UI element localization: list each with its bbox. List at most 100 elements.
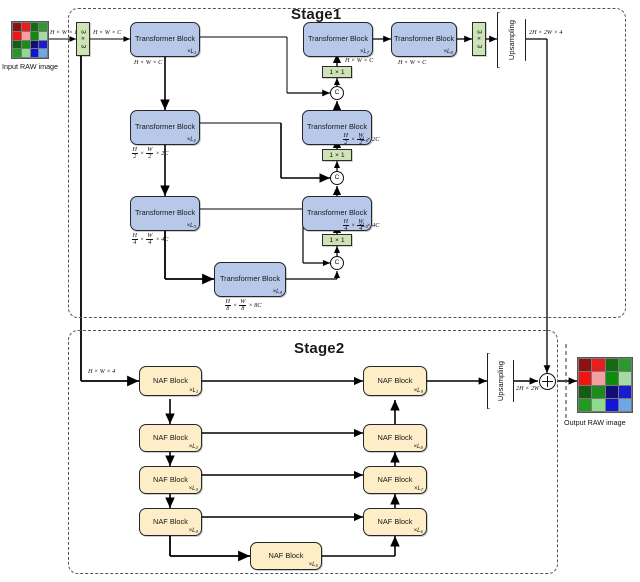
- dim-level1-dec: H × W × C: [345, 57, 374, 64]
- bayer-cell: [579, 359, 592, 372]
- naf-block-dec-4[interactable]: NAF Block ×L₆: [363, 508, 427, 536]
- naf-block-dec-3[interactable]: NAF Block ×L₇: [363, 466, 427, 494]
- bayer-cell: [21, 49, 30, 57]
- dim-level1-enc: H × W × C: [134, 59, 163, 66]
- block-label: NAF Block: [377, 474, 413, 484]
- output-conv-label: 3 × 3: [475, 29, 483, 49]
- bayer-cell: [13, 40, 21, 49]
- output-conv-3x3[interactable]: 3 × 3: [472, 22, 486, 56]
- block-label: Transformer Block: [307, 34, 369, 44]
- output-raw-caption: Output RAW image: [564, 418, 626, 427]
- upsampling-stage2[interactable]: Upsampling: [487, 353, 514, 409]
- skip-conv-1x1-level1[interactable]: 1 × 1: [322, 66, 352, 78]
- dim-level3-enc: H4 × W4 × 4C: [131, 232, 169, 246]
- bayer-cell: [39, 31, 47, 40]
- dim-after-conv: H × W × C: [93, 29, 122, 36]
- transformer-block-enc-3[interactable]: Transformer Block ×L₃: [130, 196, 200, 231]
- block-multiplier: ×L₈: [443, 48, 453, 55]
- block-label: NAF Block: [377, 375, 413, 385]
- block-multiplier: ×L₉: [413, 387, 423, 394]
- dim-upsampled-stage1: 2H × 2W × 4: [529, 29, 563, 36]
- dim-stage2-input: H × W × 4: [88, 368, 116, 375]
- dim-refine: H × W × C: [398, 59, 427, 66]
- block-multiplier: ×L₃: [188, 485, 198, 492]
- transformer-block-dec-1[interactable]: Transformer Block ×L₇: [303, 22, 373, 57]
- block-label: NAF Block: [377, 516, 413, 526]
- block-multiplier: ×L₂: [188, 443, 198, 450]
- bayer-cell: [579, 398, 592, 411]
- bayer-cell: [592, 398, 605, 411]
- skip-conv-1x1-level3[interactable]: 1 × 1: [322, 234, 352, 246]
- dim-level2-dec: H2 × W2 × 2C: [342, 132, 380, 146]
- transformer-block-enc-2[interactable]: Transformer Block ×L₂: [130, 110, 200, 145]
- block-multiplier: ×L₇: [413, 485, 423, 492]
- block-multiplier: ×L₂: [186, 136, 196, 143]
- stage2-title: Stage2: [294, 340, 345, 357]
- concat-label: C: [334, 173, 340, 181]
- bayer-cell: [605, 372, 618, 385]
- block-label: NAF Block: [153, 432, 188, 442]
- naf-block-enc-4[interactable]: NAF Block ×L₄: [139, 508, 202, 536]
- naf-block-bottleneck[interactable]: NAF Block ×L₅: [250, 542, 322, 570]
- bayer-cell: [579, 372, 592, 385]
- input-conv-3x3[interactable]: 3 × 3: [76, 22, 90, 56]
- bayer-cell: [21, 31, 30, 40]
- block-label: NAF Block: [153, 516, 188, 526]
- naf-block-enc-3[interactable]: NAF Block ×L₃: [139, 466, 202, 494]
- block-multiplier: ×L₄: [272, 288, 282, 295]
- block-multiplier: ×L₅: [308, 561, 318, 568]
- bayer-cell: [618, 398, 631, 411]
- naf-block-enc-1[interactable]: NAF Block ×L₁: [139, 366, 202, 396]
- skip-conv-label: 1 × 1: [329, 68, 345, 76]
- output-raw-image: [577, 357, 633, 413]
- block-label: NAF Block: [153, 474, 188, 484]
- stage1-title: Stage1: [291, 6, 342, 23]
- bayer-cell: [618, 372, 631, 385]
- block-label: NAF Block: [153, 375, 188, 385]
- naf-block-enc-2[interactable]: NAF Block ×L₂: [139, 424, 202, 452]
- bayer-cell: [592, 372, 605, 385]
- concat-operator-level2: C: [330, 171, 344, 185]
- transformer-block-enc-1[interactable]: Transformer Block ×L₁: [130, 22, 200, 57]
- block-label: Transformer Block: [134, 122, 196, 132]
- upsampling-label: Upsampling: [496, 360, 505, 402]
- transformer-block-bottleneck[interactable]: Transformer Block ×L₄: [214, 262, 286, 297]
- bayer-cell: [592, 359, 605, 372]
- skip-conv-1x1-level2[interactable]: 1 × 1: [322, 149, 352, 161]
- block-multiplier: ×L₄: [188, 527, 198, 534]
- bayer-cell: [30, 31, 39, 40]
- bayer-cell: [579, 385, 592, 398]
- bayer-cell: [30, 40, 39, 49]
- block-label: Transformer Block: [134, 34, 196, 44]
- block-label: NAF Block: [268, 550, 304, 560]
- skip-conv-label: 1 × 1: [329, 236, 345, 244]
- bayer-cell: [605, 385, 618, 398]
- diagram-canvas: Stage1 Stage2 Input RAW image 3 × 3 H × …: [0, 0, 640, 582]
- naf-block-dec-1[interactable]: NAF Block ×L₉: [363, 366, 427, 396]
- bayer-cell: [592, 385, 605, 398]
- block-label: NAF Block: [377, 432, 413, 442]
- bayer-cell: [21, 40, 30, 49]
- block-multiplier: ×L₇: [359, 48, 369, 55]
- block-label: Transformer Block: [219, 274, 281, 284]
- block-multiplier: ×L₃: [186, 222, 196, 229]
- naf-block-dec-2[interactable]: NAF Block ×L₈: [363, 424, 427, 452]
- block-multiplier: ×L₈: [413, 443, 423, 450]
- bayer-cell: [13, 23, 21, 31]
- block-multiplier: ×L₁: [189, 387, 198, 394]
- transformer-block-refinement[interactable]: Transformer Block ×L₈: [391, 22, 457, 57]
- block-label: Transformer Block: [134, 208, 196, 218]
- input-conv-label: 3 × 3: [79, 29, 87, 49]
- block-label: Transformer Block: [306, 122, 368, 132]
- upsampling-stage1[interactable]: Upsampling: [497, 12, 526, 68]
- bayer-cell: [30, 23, 39, 31]
- upsampling-label: Upsampling: [507, 19, 516, 61]
- bayer-cell: [39, 49, 47, 57]
- block-multiplier: ×L₆: [413, 527, 423, 534]
- add-operator-output: [539, 373, 556, 390]
- skip-conv-label: 1 × 1: [329, 151, 345, 159]
- bayer-cell: [21, 23, 30, 31]
- bayer-cell: [39, 23, 47, 31]
- concat-operator-level1: C: [330, 86, 344, 100]
- concat-label: C: [334, 258, 340, 266]
